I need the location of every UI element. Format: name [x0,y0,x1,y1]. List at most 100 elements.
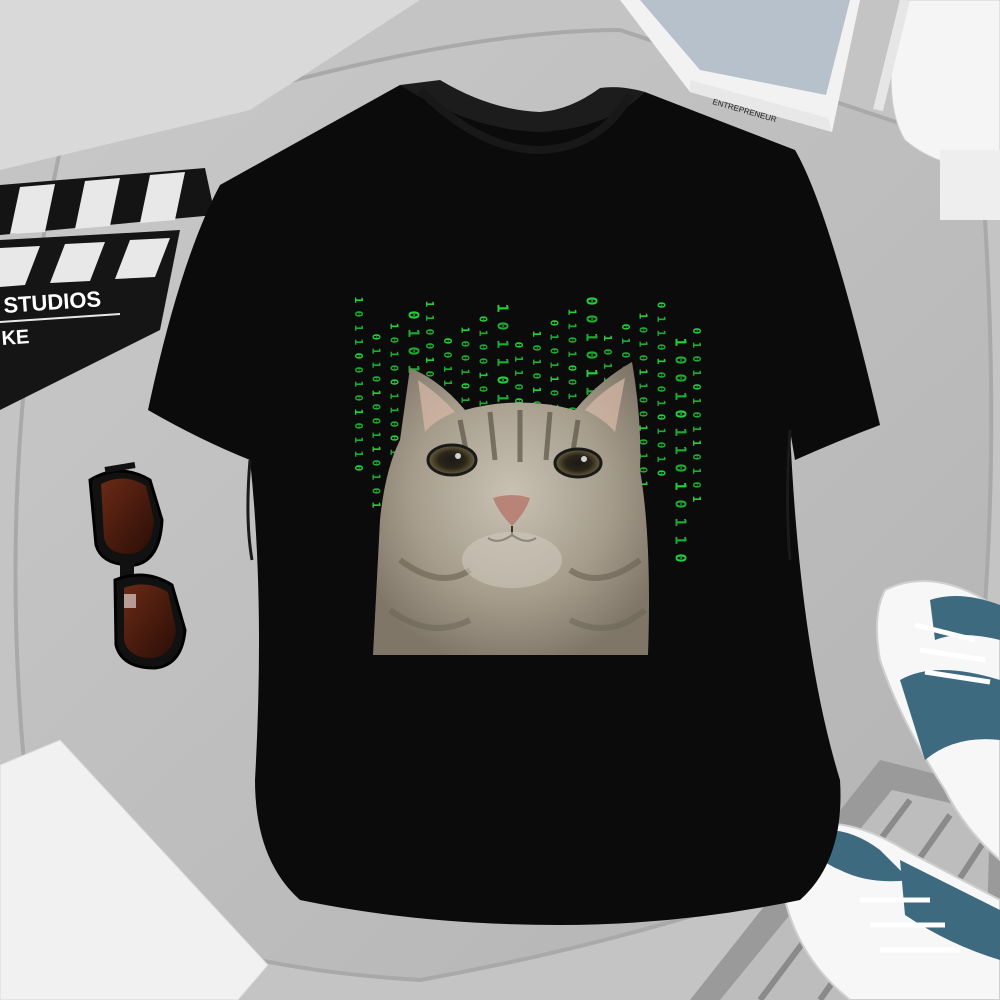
binary-digit: 1 [548,376,561,383]
binary-digit: 1 [566,351,579,358]
binary-digit: 0 [512,342,525,349]
binary-digit: 1 [690,440,703,447]
binary-digit: 1 [601,335,614,342]
binary-digit: 1 [690,426,703,433]
binary-digit: 0 [671,463,689,472]
binary-digit: 1 [370,348,383,355]
binary-digit: 1 [671,481,689,490]
binary-digit: 0 [423,329,436,336]
binary-digit: 1 [566,323,579,330]
binary-digit: 1 [548,362,561,369]
binary-digit: 0 [548,390,561,397]
binary-digit: 1 [655,400,668,407]
binary-digit: 1 [671,517,689,526]
binary-digit: 1 [493,303,511,312]
binary-digit: 1 [512,356,525,363]
binary-digit: 1 [352,339,365,346]
binary-digit: 1 [690,468,703,475]
binary-digit: 0 [459,341,472,348]
binary-digit: 0 [637,355,650,362]
binary-digit: 1 [370,390,383,397]
tshirt: 1011001010110011010011010110100110010110… [148,80,880,925]
binary-digit: 1 [423,315,436,322]
cat-photo [373,362,649,655]
binary-digit: 0 [619,324,632,331]
binary-digit: 0 [493,321,511,330]
binary-digit: 1 [423,357,436,364]
binary-digit: 0 [388,365,401,372]
binary-digit: 0 [370,334,383,341]
binary-digit: 0 [388,435,401,442]
binary-digit: 1 [352,451,365,458]
binary-digit: 1 [388,351,401,358]
binary-digit: 1 [352,297,365,304]
binary-digit: 0 [637,397,650,404]
binary-digit: 0 [690,328,703,335]
binary-digit: 1 [404,328,422,337]
binary-digit: 0 [459,383,472,390]
binary-digit: 0 [352,395,365,402]
binary-digit: 1 [655,358,668,365]
binary-digit: 1 [352,325,365,332]
binary-digit: 1 [370,446,383,453]
binary-digit: 0 [671,409,689,418]
binary-digit: 0 [459,355,472,362]
binary-digit: 0 [370,376,383,383]
binary-digit: 1 [493,357,511,366]
binary-digit: 1 [530,331,543,338]
binary-digit: 1 [566,309,579,316]
binary-digit: 0 [566,379,579,386]
binary-digit: 0 [671,553,689,562]
binary-digit: 0 [655,386,668,393]
binary-digit: 0 [582,314,600,323]
binary-digit: 0 [671,373,689,382]
binary-digit: 1 [388,393,401,400]
binary-digit: 1 [477,372,490,379]
binary-digit: 0 [477,316,490,323]
binary-digit: 0 [655,470,668,477]
binary-digit: 1 [388,407,401,414]
binary-digit: 1 [493,339,511,348]
binary-digit: 0 [548,320,561,327]
product-photo: ENTREPRENEUR STUDIOS KE 1011001010110011… [0,0,1000,1000]
binary-digit: 1 [370,362,383,369]
binary-digit: 1 [619,338,632,345]
binary-digit: 0 [548,348,561,355]
binary-digit: 0 [566,365,579,372]
binary-digit: 0 [690,454,703,461]
binary-digit: 0 [352,423,365,430]
binary-digit: 0 [388,379,401,386]
binary-digit: 1 [566,393,579,400]
binary-digit: 1 [441,366,454,373]
binary-digit: 0 [477,358,490,365]
binary-digit: 0 [388,421,401,428]
binary-digit: 1 [459,397,472,404]
binary-digit: 1 [493,393,511,402]
binary-digit: 1 [370,432,383,439]
binary-digit: 0 [352,367,365,374]
binary-digit: 1 [352,409,365,416]
binary-digit: 0 [352,353,365,360]
binary-digit: 0 [370,418,383,425]
binary-digit: 0 [671,499,689,508]
binary-digit: 1 [671,427,689,436]
binary-digit: 0 [477,386,490,393]
binary-digit: 1 [637,383,650,390]
binary-digit: 0 [690,356,703,363]
binary-digit: 1 [582,368,600,377]
binary-digit: 1 [601,363,614,370]
binary-digit: 0 [582,350,600,359]
binary-digit: 1 [671,391,689,400]
binary-digit: 0 [423,343,436,350]
binary-digit: 0 [441,352,454,359]
binary-digit: 0 [477,344,490,351]
binary-digit: 1 [655,316,668,323]
binary-digit: 0 [637,327,650,334]
binary-digit: 1 [352,381,365,388]
binary-digit: 0 [441,338,454,345]
binary-digit: 1 [655,330,668,337]
binary-digit: 0 [370,404,383,411]
binary-digit: 0 [582,296,600,305]
binary-digit: 1 [637,369,650,376]
binary-digit: 1 [671,535,689,544]
